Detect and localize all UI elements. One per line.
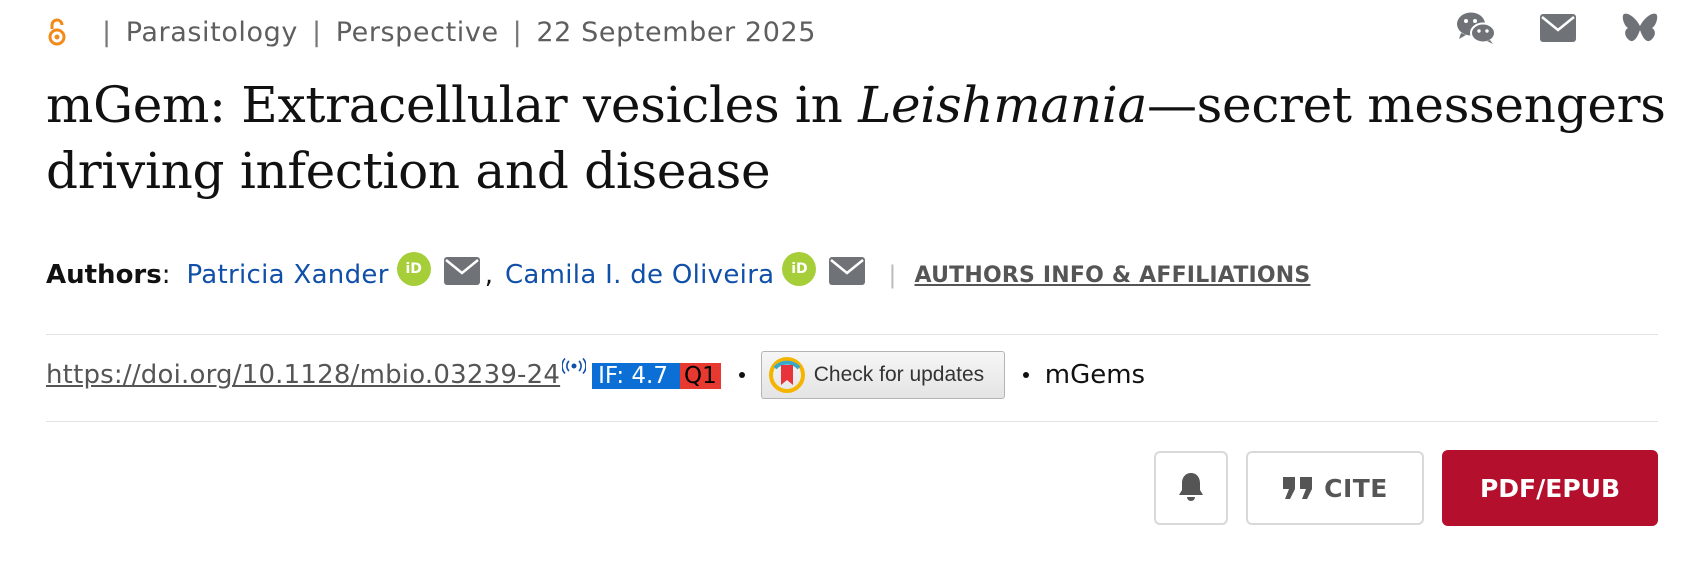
bullet-dot (1022, 372, 1029, 378)
cite-label: CITE (1324, 473, 1388, 503)
share-toolbar (1416, 8, 1662, 48)
open-access-lock-icon (46, 17, 68, 47)
article-meta-row: | Parasitology | Perspective | 22 Septem… (46, 14, 816, 50)
meta-separator: | (102, 16, 112, 48)
broadcast-icon (561, 357, 587, 375)
doi-link[interactable]: https://doi.org/10.1128/mbio.03239-24 (46, 360, 560, 390)
quote-icon (1282, 476, 1314, 500)
authors-info-affiliations-link[interactable]: AUTHORS INFO & AFFILIATIONS (915, 263, 1311, 288)
title-part-1: mGem: Extracellular vesicles in (46, 76, 859, 134)
bell-icon (1177, 471, 1205, 506)
article-actions: CITE PDF/EPUB (1154, 450, 1658, 526)
authors-row: Authors : Patricia Xander iD , Camila I.… (46, 250, 1310, 300)
orcid-icon[interactable]: iD (396, 252, 431, 286)
article-type: Perspective (335, 16, 499, 48)
pdf-epub-button[interactable]: PDF/EPUB (1442, 450, 1658, 526)
bluesky-icon[interactable] (1618, 8, 1662, 48)
check-for-updates-button[interactable]: Check for updates (760, 351, 1005, 399)
divider (46, 421, 1658, 422)
meta-separator: | (512, 16, 523, 48)
crossmark-icon (768, 356, 806, 394)
impact-factor-value: IF: 4.7 (592, 363, 680, 389)
email-icon[interactable] (1536, 8, 1580, 48)
meta-separator: | (311, 16, 322, 48)
title-italic-organism: Leishmania (858, 76, 1147, 134)
authors-label: Authors (46, 260, 162, 290)
article-info-row: https://doi.org/10.1128/mbio.03239-24 IF… (46, 351, 1146, 399)
authors-colon: : (161, 260, 171, 290)
email-author-icon[interactable] (443, 256, 481, 286)
collection-tag: mGems (1044, 360, 1146, 390)
author-name-link[interactable]: Camila I. de Oliveira (505, 260, 774, 290)
email-author-icon[interactable] (828, 256, 866, 286)
impact-factor-badge[interactable]: IF: 4.7 Q1 (592, 363, 721, 389)
author-name-link[interactable]: Patricia Xander (187, 260, 389, 290)
section-link[interactable]: Parasitology (126, 17, 298, 48)
wechat-icon[interactable] (1454, 8, 1498, 48)
publication-date: 22 September 2025 (536, 16, 817, 48)
article-title: mGem: Extracellular vesicles in Leishman… (46, 72, 1666, 204)
alert-button[interactable] (1154, 451, 1228, 525)
check-for-updates-label: Check for updates (813, 363, 985, 386)
author-comma: , (484, 260, 493, 290)
orcid-icon[interactable]: iD (782, 252, 817, 286)
cite-button[interactable]: CITE (1246, 451, 1424, 525)
quartile-value: Q1 (680, 363, 721, 389)
bullet-dot (738, 372, 745, 378)
divider (46, 334, 1658, 335)
authors-separator: | (888, 261, 897, 289)
